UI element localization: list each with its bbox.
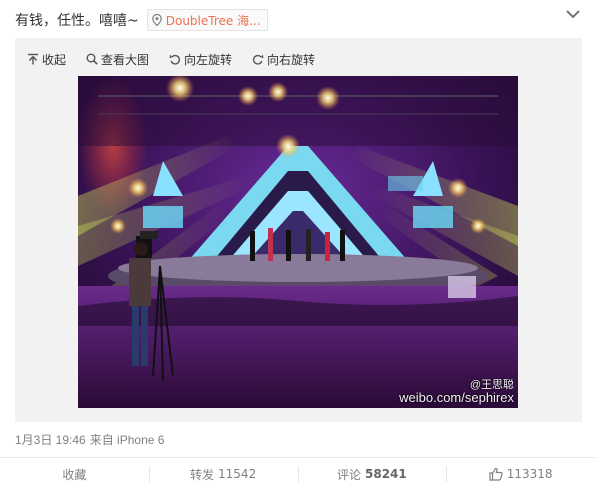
location-name: DoubleTree 海... [165, 13, 261, 28]
post-photo[interactable]: @王思聪 weibo.com/sephirex [78, 76, 518, 408]
chevron-down-icon[interactable] [565, 7, 581, 21]
rotate-left-icon [169, 54, 181, 65]
photo-watermark: @王思聪 weibo.com/sephirex [399, 379, 514, 405]
magnifier-icon [86, 53, 98, 65]
post-text: 有钱，任性。嘻嘻~ [15, 13, 139, 29]
rotate-left-button[interactable]: 向左旋转 [169, 51, 232, 68]
like-button[interactable]: 113318 [446, 458, 595, 490]
post-source[interactable]: 来自 iPhone 6 [90, 433, 165, 447]
collapse-label: 收起 [42, 52, 67, 67]
rotate-left-label: 向左旋转 [184, 52, 233, 67]
post-meta: 1月3日 19:46 来自 iPhone 6 [15, 431, 164, 448]
rotate-right-label: 向右旋转 [267, 52, 316, 67]
collapse-button[interactable]: 收起 [27, 51, 66, 68]
image-toolbar: 收起 查看大图 向左旋转 向右旋转 [27, 50, 315, 68]
repost-count: 11542 [218, 467, 257, 481]
rotate-right-button[interactable]: 向右旋转 [252, 51, 315, 68]
post-time[interactable]: 1月3日 19:46 [15, 433, 86, 447]
repost-button[interactable]: 转发 11542 [148, 458, 298, 490]
collapse-icon [28, 53, 38, 65]
media-panel: 收起 查看大图 向左旋转 向右旋转 @王思聪 weibo.com/sephire… [15, 38, 582, 422]
view-large-label: 查看大图 [101, 52, 150, 67]
favorite-button[interactable]: 收藏 [0, 458, 149, 490]
view-large-button[interactable]: 查看大图 [86, 51, 149, 68]
action-bar: 收藏 转发 11542 评论 58241 113318 [0, 458, 595, 490]
location-tag[interactable]: DoubleTree 海... [146, 9, 268, 31]
post-header: 有钱，任性。嘻嘻~ DoubleTree 海... [15, 8, 268, 32]
comment-label: 评论 [336, 467, 361, 482]
comment-count: 58241 [365, 467, 407, 481]
location-pin-icon [151, 14, 162, 26]
repost-label: 转发 [190, 467, 215, 482]
like-count: 113318 [506, 467, 553, 481]
watermark-url: weibo.com/sephirex [399, 390, 514, 405]
rotate-right-icon [252, 54, 264, 65]
concert-stage-image [78, 76, 518, 408]
thumbs-up-icon [489, 467, 503, 481]
favorite-label: 收藏 [62, 467, 87, 482]
comment-button[interactable]: 评论 58241 [297, 458, 447, 490]
